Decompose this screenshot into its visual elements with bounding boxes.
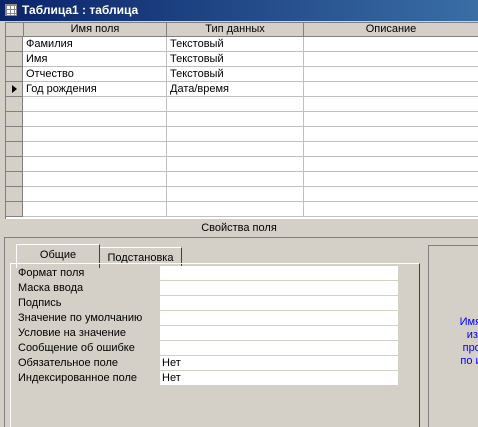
property-input-caption[interactable] — [160, 296, 398, 311]
data-type-cell[interactable]: Текстовый — [167, 37, 304, 52]
title-bar: Таблица1 : таблица — [0, 0, 478, 21]
empty-cell[interactable] — [167, 157, 304, 172]
row-selector-header[interactable] — [6, 23, 24, 37]
empty-row[interactable] — [6, 97, 478, 112]
property-label-default-value: Значение по умолчанию — [18, 312, 143, 324]
data-type-cell[interactable]: Дата/время — [167, 82, 304, 97]
empty-cell[interactable] — [23, 187, 167, 202]
empty-cell[interactable] — [23, 112, 167, 127]
row-selector[interactable] — [6, 67, 23, 82]
field-name-cell[interactable]: Год рождения — [23, 82, 167, 97]
table-row[interactable]: Фамилия Текстовый — [6, 37, 478, 52]
help-line: по имена — [460, 355, 478, 367]
empty-cell[interactable] — [304, 172, 478, 187]
triangle-right-icon — [12, 85, 17, 93]
row-selector[interactable] — [6, 37, 23, 52]
column-header-data-type[interactable]: Тип данных — [167, 23, 304, 37]
empty-row[interactable] — [6, 187, 478, 202]
empty-cell[interactable] — [304, 157, 478, 172]
row-selector[interactable] — [6, 172, 23, 187]
description-cell[interactable] — [304, 37, 478, 52]
field-name-cell[interactable]: Имя — [23, 52, 167, 67]
property-label-indexed: Индексированное поле — [18, 372, 137, 384]
property-label-caption: Подпись — [18, 297, 62, 309]
empty-cell[interactable] — [167, 172, 304, 187]
row-selector[interactable] — [6, 187, 23, 202]
empty-cell[interactable] — [167, 97, 304, 112]
window-title: Таблица1 : таблица — [22, 3, 139, 17]
empty-row[interactable] — [6, 157, 478, 172]
empty-cell[interactable] — [167, 142, 304, 157]
property-input-indexed[interactable]: Нет — [160, 371, 398, 386]
table-icon — [5, 4, 17, 16]
description-cell[interactable] — [304, 82, 478, 97]
field-name-cell[interactable]: Отчество — [23, 67, 167, 82]
empty-cell[interactable] — [304, 187, 478, 202]
row-selector[interactable] — [6, 142, 23, 157]
empty-cell[interactable] — [23, 202, 167, 217]
table-row[interactable]: Год рождения Дата/время — [6, 82, 478, 97]
property-input-required[interactable]: Нет — [160, 356, 398, 371]
property-input-default-value[interactable] — [160, 311, 398, 326]
help-line: Имя поля — [459, 316, 478, 328]
empty-cell[interactable] — [304, 127, 478, 142]
empty-cell[interactable] — [167, 112, 304, 127]
help-line: из 64 з — [466, 329, 478, 341]
property-label-input-mask: Маска ввода — [18, 282, 84, 294]
help-line: пробело — [462, 342, 478, 354]
empty-row[interactable] — [6, 172, 478, 187]
row-selector[interactable] — [6, 157, 23, 172]
help-line: кл — [429, 368, 478, 381]
empty-cell[interactable] — [23, 142, 167, 157]
empty-cell[interactable] — [23, 97, 167, 112]
empty-row[interactable] — [6, 202, 478, 217]
table-row[interactable]: Отчество Текстовый — [6, 67, 478, 82]
row-selector[interactable] — [6, 97, 23, 112]
property-label-format: Формат поля — [18, 267, 85, 279]
column-header-description[interactable]: Описание — [304, 23, 478, 37]
empty-cell[interactable] — [167, 187, 304, 202]
property-label-validation-text: Сообщение об ошибке — [18, 342, 135, 354]
data-type-cell[interactable]: Текстовый — [167, 67, 304, 82]
row-selector[interactable] — [6, 112, 23, 127]
data-type-cell[interactable]: Текстовый — [167, 52, 304, 67]
empty-cell[interactable] — [167, 202, 304, 217]
field-design-grid: Имя поля Тип данных Описание Фамилия Тек… — [5, 22, 478, 219]
empty-row[interactable] — [6, 142, 478, 157]
description-cell[interactable] — [304, 67, 478, 82]
help-text: Имя поля из 64 з пробело по имена кл — [429, 316, 478, 381]
empty-row[interactable] — [6, 127, 478, 142]
row-selector[interactable] — [6, 202, 23, 217]
field-name-cell[interactable]: Фамилия — [23, 37, 167, 52]
table-row[interactable]: Имя Текстовый — [6, 52, 478, 67]
empty-cell[interactable] — [23, 127, 167, 142]
description-cell[interactable] — [304, 52, 478, 67]
property-input-validation-rule[interactable] — [160, 326, 398, 341]
field-properties-title: Свойства поля — [201, 222, 277, 234]
property-label-validation-rule: Условие на значение — [18, 327, 127, 339]
empty-cell[interactable] — [23, 172, 167, 187]
property-input-input-mask[interactable] — [160, 281, 398, 296]
row-selector[interactable] — [6, 127, 23, 142]
property-label-required: Обязательное поле — [18, 357, 119, 369]
empty-cell[interactable] — [23, 157, 167, 172]
empty-cell[interactable] — [304, 202, 478, 217]
empty-cell[interactable] — [304, 142, 478, 157]
property-input-format[interactable] — [160, 266, 398, 281]
empty-cell[interactable] — [304, 112, 478, 127]
column-header-field-name[interactable]: Имя поля — [24, 23, 167, 37]
row-selector[interactable] — [6, 52, 23, 67]
property-input-validation-text[interactable] — [160, 341, 398, 356]
empty-cell[interactable] — [304, 97, 478, 112]
row-selector[interactable] — [6, 82, 23, 97]
help-panel: Имя поля из 64 з пробело по имена кл — [428, 245, 478, 427]
empty-row[interactable] — [6, 112, 478, 127]
empty-cell[interactable] — [167, 127, 304, 142]
